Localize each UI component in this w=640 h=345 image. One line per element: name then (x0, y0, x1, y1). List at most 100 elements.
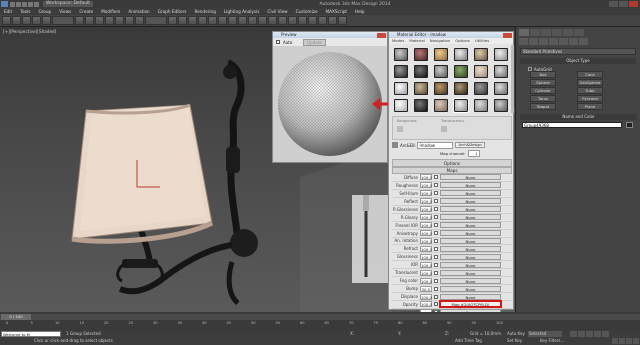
menu-maxscript[interactable]: MAXScript (322, 9, 352, 14)
map-amount-field[interactable]: 100.0 (420, 174, 432, 181)
map-enable-checkbox[interactable] (434, 199, 438, 204)
time-slider[interactable]: 0 / 100 (1, 314, 31, 320)
key-selection-dropdown[interactable]: Selected (528, 331, 562, 337)
create-tab-icon[interactable] (519, 29, 529, 36)
menu-modifiers[interactable]: Modifiers (97, 9, 124, 14)
percent-snap-icon[interactable] (218, 16, 227, 25)
sample-slot-active[interactable] (453, 98, 469, 113)
map-enable-checkbox[interactable] (434, 223, 438, 228)
map-slot-button[interactable]: None (440, 206, 501, 213)
map-slot-button[interactable]: None (440, 261, 501, 268)
map-enable-checkbox[interactable] (434, 191, 438, 196)
sample-slot[interactable] (434, 48, 448, 61)
shapes-icon[interactable] (529, 38, 538, 45)
map-amount-field[interactable]: 100.0 (420, 269, 432, 276)
systems-icon[interactable] (579, 38, 588, 45)
map-enable-checkbox[interactable] (434, 286, 438, 291)
menu-customize[interactable]: Customize (292, 9, 322, 14)
menu-help[interactable]: Help (351, 9, 369, 14)
menu-tools[interactable]: Tools (16, 9, 34, 14)
render-setup-icon[interactable] (318, 16, 327, 25)
maps-rollout[interactable]: Maps (392, 167, 512, 174)
me-menu-navigation[interactable]: Navigation (430, 38, 450, 44)
sample-slot[interactable] (434, 82, 448, 95)
time-slider-track[interactable] (0, 314, 640, 320)
material-name-field[interactable]: lmadow (417, 141, 454, 149)
map-slot-button[interactable]: None (440, 222, 501, 229)
orbit-icon[interactable] (626, 338, 632, 344)
schematic-view-icon[interactable] (298, 16, 307, 25)
helpers-icon[interactable] (559, 38, 568, 45)
preview-close-button[interactable] (377, 32, 386, 38)
curve-editor-icon[interactable] (288, 16, 297, 25)
window-crossing-icon[interactable] (105, 16, 114, 25)
set-key-button[interactable]: Set Key (507, 338, 522, 343)
map-enable-checkbox[interactable] (434, 238, 438, 243)
undo-tool-icon[interactable] (2, 16, 11, 25)
material-editor-icon[interactable] (308, 16, 317, 25)
map-amount-field[interactable]: 100.0 (420, 206, 432, 213)
reference-coord-dropdown[interactable] (145, 16, 167, 25)
options-rollout[interactable]: Options (392, 159, 512, 167)
sample-slot[interactable] (474, 99, 488, 112)
sample-slot[interactable] (414, 82, 428, 95)
pivot-center-icon[interactable] (168, 16, 177, 25)
primitive-type-dropdown[interactable]: Standard Primitives (520, 48, 636, 55)
close-button[interactable] (629, 1, 638, 7)
utilities-tab-icon[interactable] (574, 29, 584, 36)
name-color-rollout[interactable]: Name and Color (520, 114, 637, 120)
timeline-ruler[interactable]: 0 5 10 15 20 25 30 35 40 45 50 55 60 65 70 75 80 85 90 95 10… (6, 321, 506, 329)
maximize-viewport-icon[interactable] (633, 338, 639, 344)
snaps-toggle-icon[interactable] (198, 16, 207, 25)
material-editor-title-bar[interactable]: Material Editor - lmadow (389, 32, 513, 38)
add-time-tag[interactable]: Add Time Tag (455, 338, 482, 343)
map-enable-checkbox[interactable] (434, 254, 438, 259)
sample-slot[interactable] (414, 99, 428, 112)
cameras-icon[interactable] (549, 38, 558, 45)
next-frame-icon[interactable] (594, 331, 601, 337)
map-slot-button[interactable]: None (440, 277, 501, 284)
sample-slot[interactable] (454, 48, 468, 61)
select-by-name-icon[interactable] (85, 16, 94, 25)
menu-animation[interactable]: Animation (124, 9, 153, 14)
map-enable-checkbox[interactable] (434, 175, 438, 180)
teapot-button[interactable]: Teapot (530, 103, 556, 110)
map-slot-button[interactable]: None (440, 285, 501, 292)
plane-button[interactable]: Plane (577, 103, 603, 110)
map-channel-field[interactable]: 1 (467, 150, 480, 157)
me-menu-options[interactable]: Options (455, 38, 470, 44)
modify-tab-icon[interactable] (530, 29, 540, 36)
update-button[interactable]: Update (303, 38, 326, 46)
map-amount-field[interactable]: 100.0 (420, 277, 432, 284)
open-file-icon[interactable] (16, 1, 21, 7)
mirror-icon[interactable] (248, 16, 257, 25)
key-filters-button[interactable]: Key Filters... (540, 338, 564, 343)
menu-civil-view[interactable]: Civil View (263, 9, 291, 14)
rendered-frame-icon[interactable] (328, 16, 337, 25)
map-amount-field[interactable]: 100.0 (420, 237, 432, 244)
cylinder-button[interactable]: Cylinder (530, 87, 556, 94)
map-enable-checkbox[interactable] (434, 294, 438, 299)
menu-group[interactable]: Group (34, 9, 55, 14)
pyramid-button[interactable]: Pyramid (577, 95, 603, 102)
menu-create[interactable]: Create (75, 9, 97, 14)
map-slot-button[interactable]: None (440, 190, 501, 197)
object-color-swatch[interactable] (626, 122, 633, 128)
map-slot-button[interactable]: None (440, 237, 501, 244)
app-logo-icon[interactable] (1, 1, 8, 7)
map-slot-button[interactable]: None (440, 198, 501, 205)
map-amount-field[interactable]: 100.0 (420, 245, 432, 252)
map-amount-field[interactable]: 100.0 (420, 301, 432, 308)
map-amount-field[interactable]: 100.0 (420, 230, 432, 237)
map-slot-button[interactable]: None (440, 269, 501, 276)
angle-snap-icon[interactable] (208, 16, 217, 25)
sample-slot[interactable] (474, 65, 488, 78)
redo-tool-icon[interactable] (12, 16, 21, 25)
sample-slot[interactable] (454, 65, 468, 78)
workspace-dropdown[interactable]: Workspace: Default (43, 1, 93, 7)
cone-button[interactable]: Cone (577, 71, 603, 78)
map-amount-field[interactable]: 100.0 (420, 222, 432, 229)
me-menu-utilities[interactable]: Utilities (475, 38, 489, 44)
object-name-field[interactable]: Group49368 (522, 122, 622, 128)
sample-slot[interactable] (474, 82, 488, 95)
